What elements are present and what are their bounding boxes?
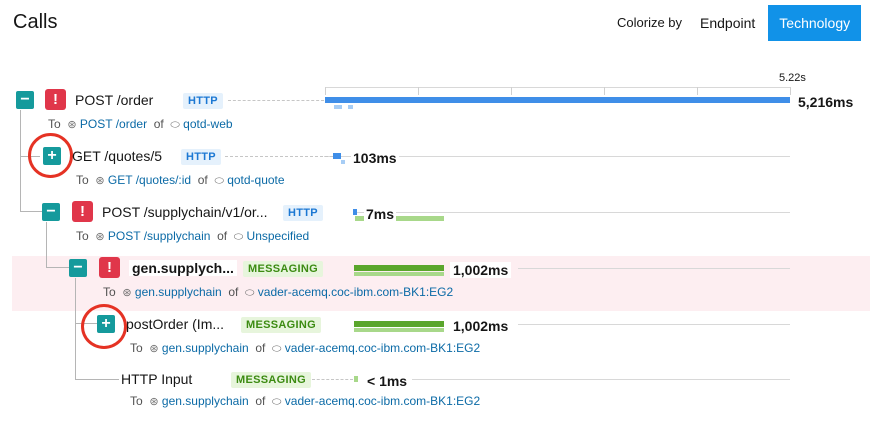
technology-badge: MESSAGING (231, 372, 311, 388)
endpoint-link[interactable]: gen.supplychain (162, 341, 249, 355)
colorize-endpoint-button[interactable]: Endpoint (689, 5, 767, 41)
colorize-technology-button[interactable]: Technology (768, 5, 862, 41)
service-link[interactable]: qotd-quote (227, 173, 284, 187)
call-name[interactable]: POST /order (75, 92, 153, 108)
error-icon: ! (45, 89, 66, 110)
technology-badge: HTTP (183, 93, 223, 109)
collapse-toggle[interactable]: − (16, 91, 34, 109)
call-name[interactable]: gen.supplych... (129, 260, 237, 276)
collapse-toggle[interactable]: − (69, 259, 87, 277)
call-destination: To ⊛ POST /supplychain of ⬭ Unspecified (76, 229, 310, 243)
duration-bar (333, 153, 341, 159)
endpoint-icon: ⊛ (95, 175, 105, 187)
call-name[interactable]: HTTP Input (121, 371, 192, 387)
service-icon: ⬭ (272, 396, 282, 408)
endpoint-link[interactable]: gen.supplychain (135, 285, 222, 299)
call-destination: To ⊛ gen.supplychain of ⬭ vader-acemq.co… (103, 285, 454, 299)
service-link[interactable]: vader-acemq.coc-ibm.com-BK1:EG2 (285, 341, 480, 355)
technology-badge: HTTP (283, 205, 323, 221)
service-icon: ⬭ (233, 231, 244, 243)
call-destination: To ⊛ POST /order of ⬭ qotd-web (48, 117, 233, 131)
duration-value: 103ms (351, 150, 399, 166)
duration-bar (325, 97, 790, 103)
call-name[interactable]: POST /supplychain/v1/or... (102, 204, 268, 220)
technology-badge: HTTP (181, 149, 221, 165)
service-link[interactable]: Unspecified (247, 229, 310, 243)
error-icon: ! (99, 257, 120, 278)
service-icon: ⬭ (170, 119, 180, 131)
call-destination: To ⊛ gen.supplychain of ⬭ vader-acemq.co… (130, 394, 481, 408)
endpoint-link[interactable]: GET /quotes/:id (108, 173, 191, 187)
duration-bar (354, 321, 444, 327)
technology-badge: MESSAGING (241, 317, 321, 333)
endpoint-icon: ⊛ (95, 231, 105, 243)
endpoint-icon: ⊛ (149, 343, 159, 355)
call-destination: To ⊛ GET /quotes/:id of ⬭ qotd-quote (76, 173, 285, 187)
endpoint-icon: ⊛ (149, 396, 159, 408)
duration-bar (354, 265, 444, 271)
duration-value: 1,002ms (450, 262, 512, 278)
service-link[interactable]: qotd-web (183, 117, 232, 131)
service-link[interactable]: vader-acemq.coc-ibm.com-BK1:EG2 (285, 394, 480, 408)
endpoint-link[interactable]: POST /supplychain (108, 229, 211, 243)
duration-value: < 1ms (364, 373, 411, 389)
endpoint-icon: ⊛ (67, 119, 77, 131)
call-name[interactable]: GET /quotes/5 (72, 148, 162, 164)
duration-value: 5,216ms (798, 94, 854, 110)
colorize-label: Colorize by (617, 15, 683, 30)
duration-value: 7ms (364, 206, 397, 222)
duration-bar (353, 209, 357, 215)
service-icon: ⬭ (214, 175, 224, 187)
service-link[interactable]: vader-acemq.coc-ibm.com-BK1:EG2 (258, 285, 453, 299)
duration-bar (354, 376, 358, 382)
error-icon: ! (72, 201, 93, 222)
annotation-circle (81, 304, 127, 349)
technology-badge: MESSAGING (243, 261, 323, 277)
endpoint-link[interactable]: POST /order (80, 117, 147, 131)
endpoint-icon: ⊛ (122, 287, 132, 299)
service-icon: ⬭ (245, 287, 255, 299)
endpoint-link[interactable]: gen.supplychain (162, 394, 249, 408)
call-destination: To ⊛ gen.supplychain of ⬭ vader-acemq.co… (130, 341, 481, 355)
timeline-scale-label: 5.22s (779, 72, 806, 84)
service-icon: ⬭ (272, 343, 282, 355)
call-name[interactable]: postOrder (Im... (126, 316, 224, 332)
colorize-segmented-control: Endpoint Technology (689, 5, 862, 41)
page-title: Calls (13, 11, 58, 33)
duration-value: 1,002ms (450, 318, 512, 334)
timeline-axis (325, 87, 791, 88)
annotation-circle (28, 133, 73, 178)
collapse-toggle[interactable]: − (42, 203, 60, 221)
